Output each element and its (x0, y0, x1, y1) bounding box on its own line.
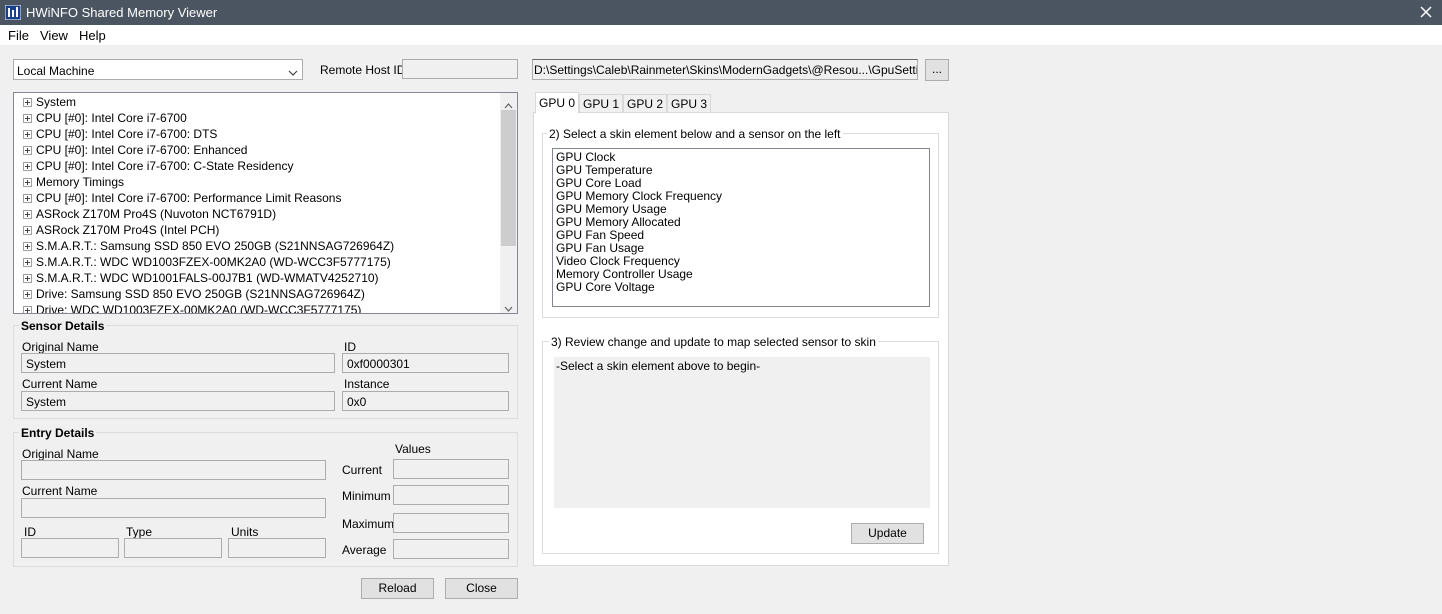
tree-item-label: S.M.A.R.T.: WDC WD1003FZEX-00MK2A0 (WD-W… (36, 255, 391, 269)
sensor-instance-label: Instance (344, 377, 390, 391)
tree-item-label: CPU [#0]: Intel Core i7-6700: Enhanced (36, 143, 248, 157)
value-average-field (393, 539, 509, 559)
value-minimum-label: Minimum (342, 489, 391, 503)
expand-plus-icon[interactable] (23, 306, 32, 313)
window-title: HWiNFO Shared Memory Viewer (26, 5, 218, 20)
expand-plus-icon[interactable] (23, 130, 32, 139)
source-dropdown[interactable]: Local Machine (13, 59, 303, 80)
sensor-id-field: 0xf0000301 (342, 353, 509, 373)
sensor-tree-rows: System CPU [#0]: Intel Core i7-6700 CPU [#… (23, 94, 503, 314)
entry-units-label: Units (231, 525, 259, 539)
skin-element-list[interactable]: GPU Clock GPU Temperature GPU Core Load GPU… (552, 148, 930, 307)
value-average-label: Average (342, 543, 387, 557)
tree-item-label: CPU [#0]: Intel Core i7-6700: DTS (36, 127, 218, 141)
tab-gpu-1[interactable]: GPU 1 (579, 94, 623, 113)
hwinfo-app-icon (4, 4, 22, 21)
entry-original-name-label: Original Name (22, 447, 99, 461)
tree-item-label: CPU [#0]: Intel Core i7-6700 (36, 111, 187, 125)
sensor-current-name-field: System (21, 391, 335, 411)
entry-details-title: Entry Details (19, 426, 97, 440)
tree-item-label: ASRock Z170M Pro4S (Nuvoton NCT6791D) (36, 207, 277, 221)
tree-item-label: S.M.A.R.T.: WDC WD1001FALS-00J7B1 (WD-WM… (36, 271, 379, 285)
source-dropdown-value: Local Machine (17, 64, 95, 78)
tree-item-label: Memory Timings (36, 175, 125, 189)
sensor-instance-field: 0x0 (342, 391, 509, 411)
remote-host-label: Remote Host ID (320, 63, 406, 77)
expand-plus-icon[interactable] (23, 290, 32, 299)
value-maximum-label: Maximum (342, 517, 395, 531)
step3-title: 3) Review change and update to map selec… (549, 335, 878, 349)
sensor-tree[interactable]: System CPU [#0]: Intel Core i7-6700 CPU [#… (13, 92, 518, 314)
expand-plus-icon[interactable] (23, 210, 32, 219)
step2-title: 2) Select a skin element below and a sen… (547, 127, 843, 141)
value-minimum-field (393, 485, 509, 505)
expand-plus-icon[interactable] (23, 178, 32, 187)
tab-gpu-2[interactable]: GPU 2 (623, 94, 667, 113)
change-review-box: -Select a skin element above to begin- (554, 357, 930, 508)
entry-original-name-field (21, 460, 326, 480)
entry-current-name-label: Current Name (22, 484, 98, 498)
scroll-down-icon[interactable] (504, 301, 513, 313)
sensor-id-label: ID (344, 340, 356, 354)
tree-item-label: ASRock Z170M Pro4S (Intel PCH) (36, 223, 220, 237)
menu-file[interactable]: File (8, 28, 29, 43)
expand-plus-icon[interactable] (23, 258, 32, 267)
menu-help[interactable]: Help (79, 28, 106, 43)
expand-plus-icon[interactable] (23, 98, 32, 107)
sensor-details-title: Sensor Details (19, 319, 107, 333)
expand-plus-icon[interactable] (23, 274, 32, 283)
sensor-original-name-field: System (21, 353, 335, 373)
reload-button[interactable]: Reload (361, 578, 434, 599)
skin-element-items: GPU Clock GPU Temperature GPU Core Load GPU… (556, 151, 929, 294)
tab-gpu-0[interactable]: GPU 0 (535, 92, 579, 114)
sensor-current-name-label: Current Name (22, 377, 98, 391)
expand-plus-icon[interactable] (23, 194, 32, 203)
value-current-label: Current (342, 463, 383, 477)
expand-plus-icon[interactable] (23, 146, 32, 155)
entry-type-field (124, 538, 222, 558)
expand-plus-icon[interactable] (23, 242, 32, 251)
tree-item-label: System (36, 95, 77, 109)
entry-id-label: ID (24, 525, 36, 539)
tree-scroll-thumb[interactable] (501, 110, 516, 246)
change-review-message: -Select a skin element above to begin- (556, 359, 761, 373)
entry-current-name-field (21, 498, 326, 518)
value-current-field (393, 459, 509, 479)
skin-file-path: D:\Settings\Caleb\Rainmeter\Skins\Modern… (532, 59, 918, 80)
update-button[interactable]: Update (851, 523, 924, 544)
values-label: Values (395, 442, 431, 456)
tree-item-label: Drive: Samsung SSD 850 EVO 250GB (S21NNS… (36, 287, 365, 301)
tab-gpu-3[interactable]: GPU 3 (667, 94, 711, 113)
sensor-original-name-label: Original Name (22, 340, 99, 354)
tree-item-label: Drive: WDC WD1003FZEX-00MK2A0 (WD-WCC3F5… (36, 303, 362, 314)
menu-view[interactable]: View (40, 28, 68, 43)
tree-item-label: CPU [#0]: Intel Core i7-6700: C-State Re… (36, 159, 294, 173)
tree-item-label: CPU [#0]: Intel Core i7-6700: Performanc… (36, 191, 342, 205)
entry-id-field (21, 538, 119, 558)
expand-plus-icon[interactable] (23, 114, 32, 123)
browse-button[interactable]: ... (925, 59, 949, 81)
chevron-down-icon (288, 66, 298, 80)
entry-type-label: Type (126, 525, 153, 539)
tree-item-label: S.M.A.R.T.: Samsung SSD 850 EVO 250GB (S… (36, 239, 395, 253)
remote-host-input[interactable] (402, 59, 518, 79)
value-maximum-field (393, 513, 509, 533)
expand-plus-icon[interactable] (23, 226, 32, 235)
entry-units-field (228, 538, 326, 558)
tree-scrollbar[interactable] (500, 93, 517, 313)
close-button[interactable]: Close (445, 578, 518, 599)
expand-plus-icon[interactable] (23, 162, 32, 171)
close-window-icon[interactable] (1415, 2, 1437, 22)
skin-element-item[interactable]: GPU Core Voltage (556, 281, 929, 294)
menu-bar (0, 25, 1442, 45)
